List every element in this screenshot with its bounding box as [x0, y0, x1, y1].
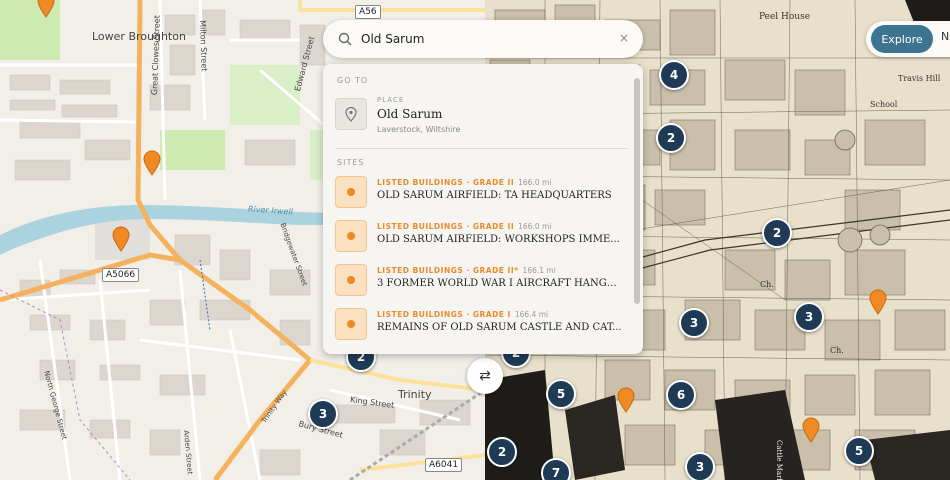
cluster-marker[interactable]: 4: [659, 60, 689, 90]
search-results-dropdown: GO TO PLACE Old Sarum Laverstock, Wiltsh…: [323, 64, 643, 354]
place-result-row[interactable]: PLACE Old Sarum Laverstock, Wiltshire: [335, 96, 625, 136]
site-category: LISTED BUILDINGS · GRADE II 166.0 mi: [377, 222, 552, 231]
cluster-marker[interactable]: 2: [762, 218, 792, 248]
cluster-marker[interactable]: 3: [308, 399, 338, 429]
label-peel-house: Peel House: [759, 12, 811, 22]
cluster-marker[interactable]: 3: [794, 302, 824, 332]
site-dot-icon: [335, 264, 367, 296]
map-pin-icon[interactable]: [869, 289, 887, 315]
site-result-row[interactable]: LISTED BUILDINGS · GRADE I 166.4 mi REMAI…: [335, 308, 625, 344]
road-shield-a56: A56: [355, 5, 381, 19]
cluster-marker[interactable]: 7: [541, 458, 571, 480]
cluster-marker[interactable]: 6: [666, 380, 696, 410]
place-kind-label: PLACE: [377, 96, 405, 104]
site-result-row[interactable]: LISTED BUILDINGS · GRADE II 166.0 mi OLD …: [335, 176, 625, 212]
clear-search-icon[interactable]: ×: [619, 31, 629, 45]
results-scrollbar[interactable]: [634, 78, 640, 304]
label-travis-hill: Travis Hill: [898, 74, 941, 83]
site-result-row[interactable]: LISTED BUILDINGS · GRADE II* 166.1 mi 3 F…: [335, 264, 625, 300]
site-category: LISTED BUILDINGS · GRADE II 166.0 mi: [377, 178, 552, 187]
site-name: OLD SARUM AIRFIELD: WORKSHOPS IMME...: [377, 234, 620, 245]
section-divider: [335, 148, 627, 149]
cluster-marker[interactable]: 5: [546, 379, 576, 409]
sites-heading: SITES: [337, 158, 365, 167]
swap-maps-button[interactable]: ⇄: [467, 358, 503, 394]
site-dot-icon: [335, 176, 367, 208]
label-trinity: Trinity: [398, 388, 432, 401]
map-pin-icon[interactable]: [802, 417, 820, 443]
cluster-marker[interactable]: 5: [844, 436, 874, 466]
label-ch-1: Ch.: [760, 280, 774, 289]
site-distance: 166.1 mi: [522, 266, 556, 275]
site-name: 3 FORMER WORLD WAR I AIRCRAFT HANGA...: [377, 278, 623, 289]
next-mode-tab[interactable]: N: [941, 30, 949, 43]
site-distance: 166.0 mi: [518, 222, 552, 231]
search-input[interactable]: [361, 29, 611, 49]
map-pin-icon[interactable]: [37, 0, 55, 18]
place-name: Old Sarum: [377, 107, 443, 121]
search-icon: [338, 32, 352, 46]
site-category: LISTED BUILDINGS · GRADE II* 166.1 mi: [377, 266, 556, 275]
site-distance: 166.4 mi: [514, 310, 549, 319]
site-category: LISTED BUILDINGS · GRADE I 166.4 mi: [377, 310, 549, 319]
cluster-marker[interactable]: 3: [679, 308, 709, 338]
label-school: School: [870, 100, 898, 109]
search-bar[interactable]: ×: [323, 20, 643, 58]
cluster-marker[interactable]: 2: [656, 123, 686, 153]
mode-switcher: Explore N: [866, 21, 950, 57]
location-pin-icon: [335, 98, 367, 130]
map-pin-icon[interactable]: [143, 150, 161, 176]
road-shield-a6041: A6041: [425, 458, 463, 472]
map-pin-icon[interactable]: [617, 387, 635, 413]
site-name: REMAINS OF OLD SARUM CASTLE AND CAT...: [377, 322, 622, 333]
label-ch-2: Ch.: [830, 346, 844, 355]
place-location: Laverstock, Wiltshire: [377, 125, 461, 134]
explore-button[interactable]: Explore: [871, 25, 933, 53]
label-cattle-market: Cattle Market: [775, 440, 783, 480]
map-pin-icon[interactable]: [112, 226, 130, 252]
road-shield-a5066: A5066: [102, 268, 140, 282]
cluster-marker[interactable]: 2: [487, 437, 517, 467]
site-dot-icon: [335, 220, 367, 252]
site-name: OLD SARUM AIRFIELD: TA HEADQUARTERS: [377, 190, 612, 201]
site-distance: 166.0 mi: [518, 178, 552, 187]
map-app: Lower Broughton Milton Street Edward Str…: [0, 0, 950, 480]
goto-heading: GO TO: [337, 76, 369, 85]
label-milton-street: Milton Street: [198, 20, 209, 72]
label-lower-broughton: Lower Broughton: [92, 30, 186, 43]
cluster-marker[interactable]: 3: [685, 452, 715, 480]
site-result-row[interactable]: LISTED BUILDINGS · GRADE II 166.0 mi OLD …: [335, 220, 625, 256]
site-dot-icon: [335, 308, 367, 340]
